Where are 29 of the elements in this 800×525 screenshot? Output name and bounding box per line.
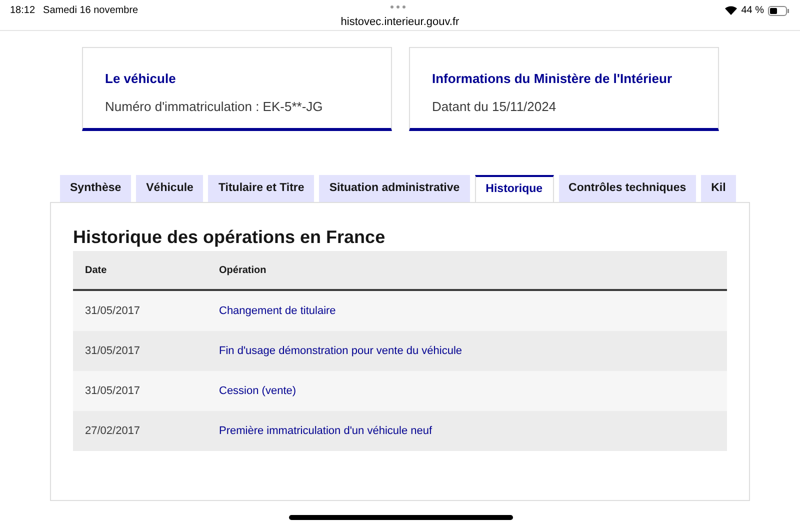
date-cell-text: 31/05/2017 <box>84 344 142 359</box>
card-text: Numéro d'immatriculation : EK-5**-JG <box>105 98 324 116</box>
tab[interactable]: Historique <box>474 175 554 202</box>
status-time: 18:12 <box>10 4 36 18</box>
operation-link[interactable]: Première immatriculation d'un véhicule neuf <box>219 422 432 440</box>
status-date: Samedi 16 novembre <box>43 4 138 18</box>
tab[interactable]: Véhicule <box>136 175 204 202</box>
operation-link[interactable]: Cession (vente) <box>219 382 296 400</box>
operation-link[interactable]: Changement de titulaire <box>219 302 336 320</box>
tab[interactable]: Titulaire et Titre <box>208 175 314 202</box>
more-icon <box>390 5 406 9</box>
url-text[interactable]: histovec.interieur.gouv.fr <box>340 14 460 30</box>
battery-icon <box>768 6 790 16</box>
battery-percent: 44 % <box>741 4 764 18</box>
tab[interactable]: Situation administrative <box>319 175 470 202</box>
card-text: Datant du 15/11/2024 <box>432 98 558 116</box>
card-title: Informations du Ministère de l'Intérieur <box>432 70 674 88</box>
date-cell-text: 31/05/2017 <box>84 384 142 399</box>
wifi-icon <box>725 6 738 15</box>
tab[interactable]: Synthèse <box>60 175 132 202</box>
panel-title: Historique des opérations en France <box>73 226 386 249</box>
date-cell-text: 27/02/2017 <box>84 424 142 439</box>
card-title: Le véhicule <box>105 70 177 88</box>
operation-link[interactable]: Fin d'usage démonstration pour vente du véhicule <box>219 342 462 360</box>
tab[interactable]: Kil <box>701 175 736 202</box>
column-header: Date <box>84 264 108 278</box>
tab[interactable]: Contrôles techniques <box>558 175 696 202</box>
date-cell-text: 31/05/2017 <box>84 304 142 319</box>
column-header: Opération <box>219 264 266 278</box>
